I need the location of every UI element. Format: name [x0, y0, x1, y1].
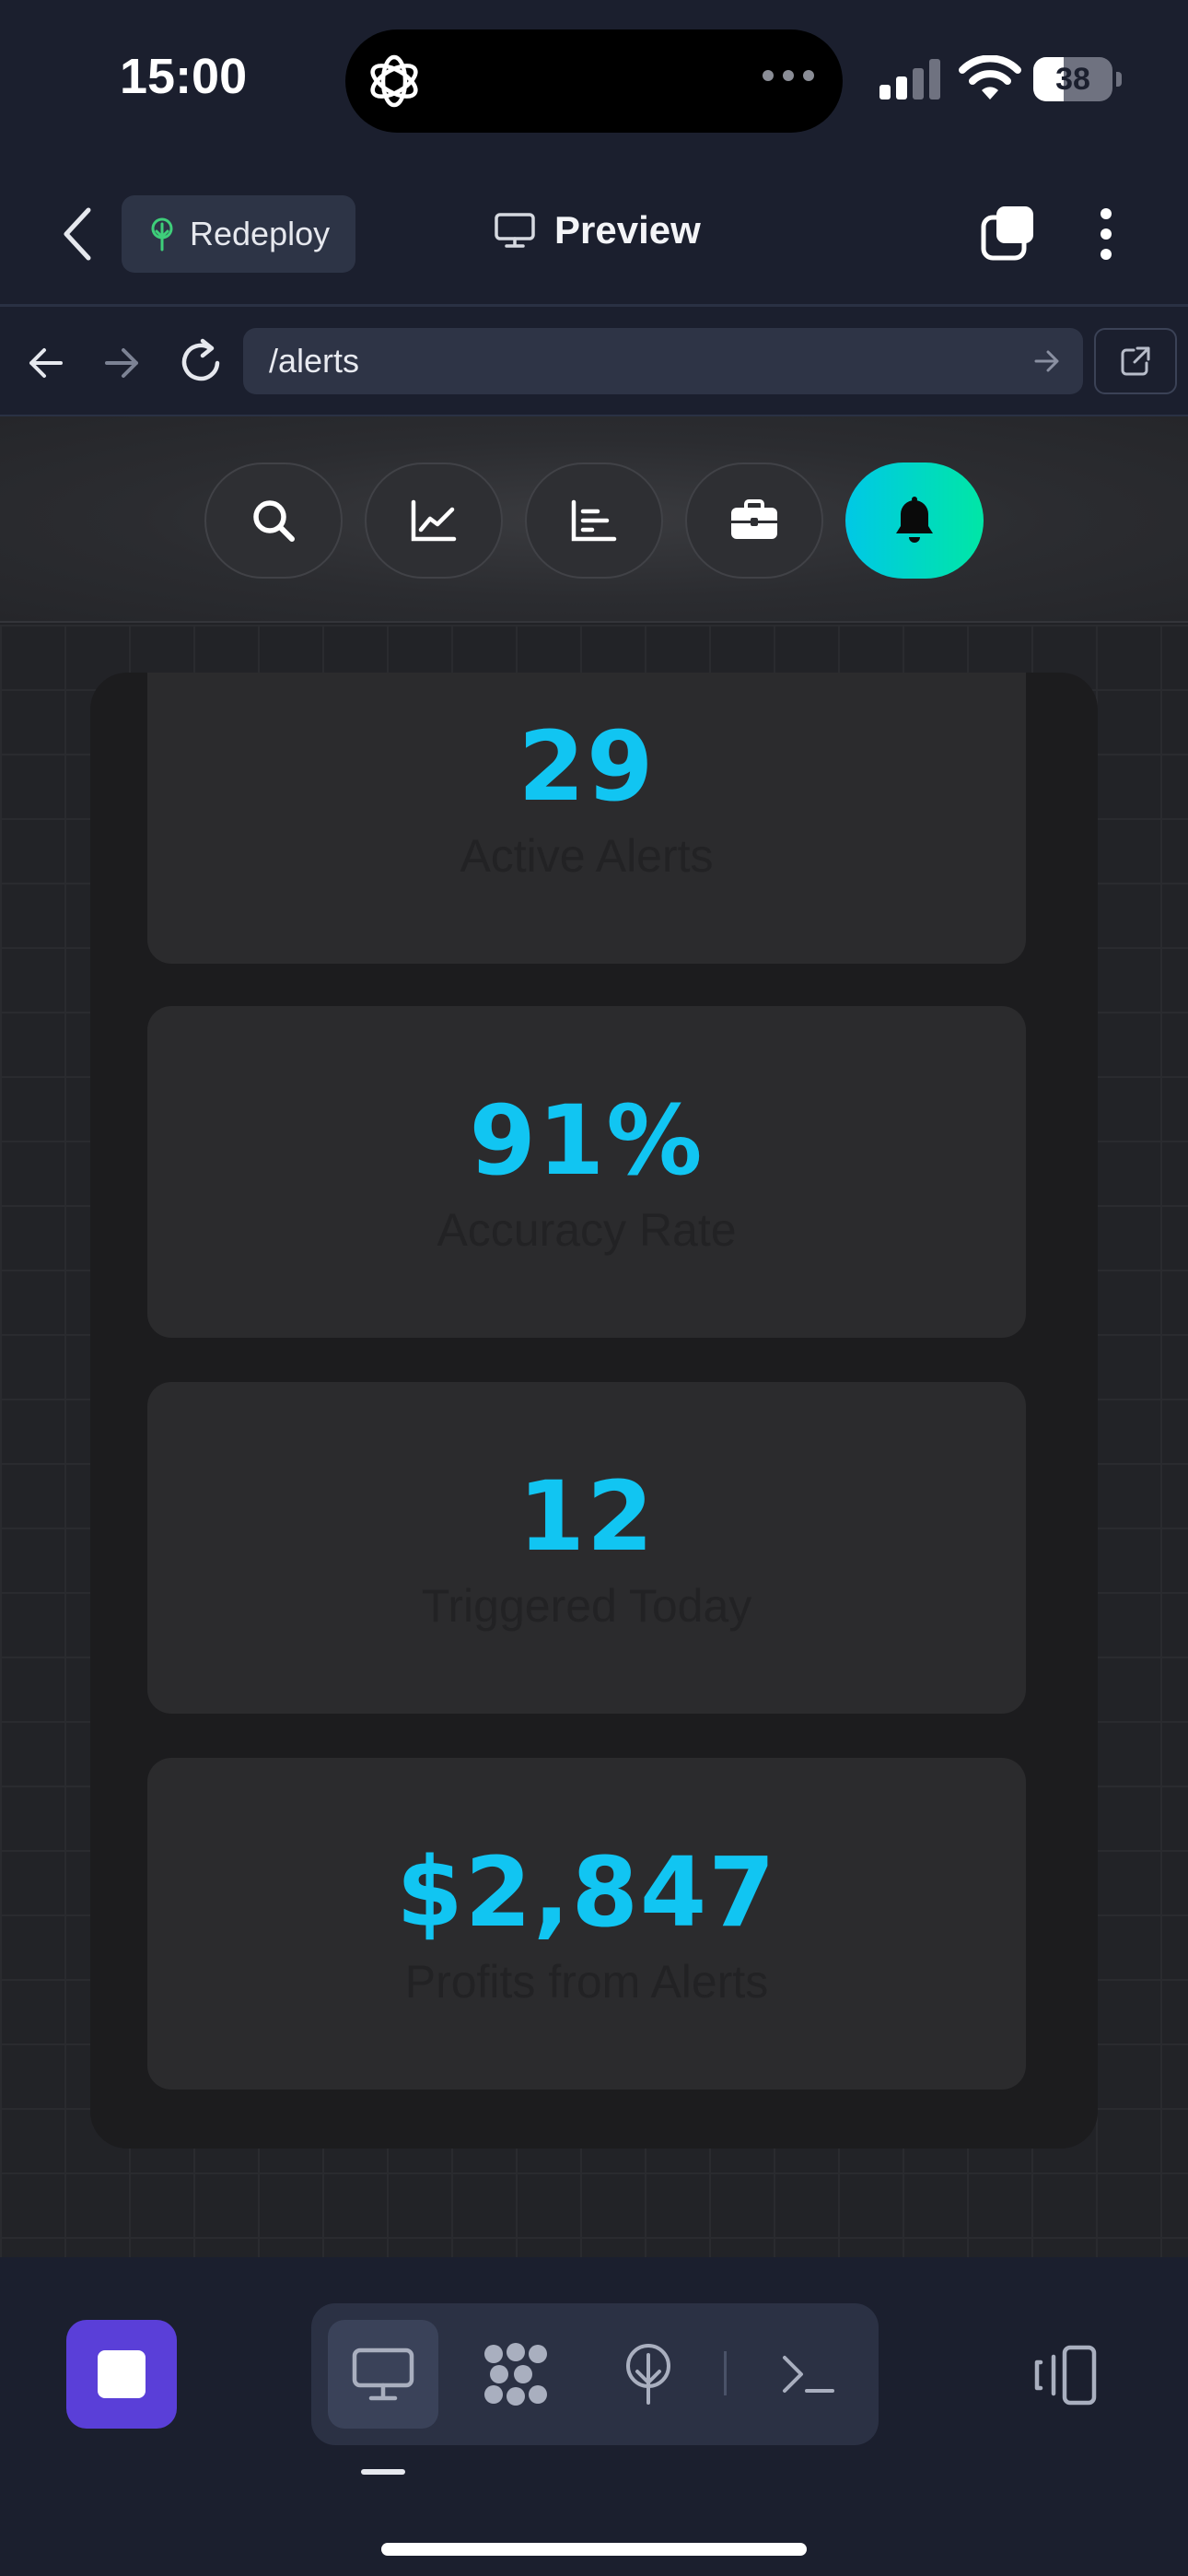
url-text: /alerts	[269, 342, 360, 380]
line-chart-icon	[411, 499, 457, 542]
dock-terminal[interactable]	[753, 2320, 864, 2429]
stat-value: 29	[518, 710, 656, 823]
active-tab-indicator	[361, 2469, 405, 2475]
stat-card-triggered-today: 12 Triggered Today	[147, 1382, 1026, 1714]
stat-label: Accuracy Rate	[437, 1204, 737, 1256]
dock-desktop[interactable]	[328, 2320, 438, 2429]
redeploy-label: Redeploy	[190, 215, 331, 252]
url-input[interactable]: /alerts	[243, 328, 1083, 394]
bar-chart-icon	[571, 499, 617, 542]
stat-label: Profits from Alerts	[404, 1956, 769, 2008]
dock-tabs	[311, 2303, 879, 2445]
dock-separator	[724, 2351, 727, 2395]
alerts-button[interactable]	[845, 463, 984, 579]
header-divider	[0, 304, 1188, 307]
redeploy-button[interactable]: Redeploy	[122, 195, 355, 273]
deploy-icon	[626, 2344, 670, 2405]
stop-icon	[98, 2350, 146, 2398]
stats-panel: 29 Active Alerts 91% Accuracy Rate 12 Tr…	[90, 673, 1098, 2149]
stat-card-active-alerts: 29 Active Alerts	[147, 673, 1026, 964]
more-vertical-icon[interactable]	[1096, 206, 1116, 262]
preview-label: Preview	[554, 208, 701, 252]
stat-label: Triggered Today	[421, 1580, 752, 1632]
cellular-signal-icon	[879, 59, 940, 100]
deploy-tree-icon	[151, 217, 173, 252]
battery-percent: 38	[1055, 62, 1090, 97]
browser-forward-icon[interactable]	[99, 341, 144, 385]
dock-deploy[interactable]	[593, 2320, 704, 2429]
bar-chart-button[interactable]	[525, 463, 663, 579]
reload-icon[interactable]	[177, 335, 225, 387]
stat-card-accuracy-rate: 91% Accuracy Rate	[147, 1006, 1026, 1338]
stop-button[interactable]	[66, 2320, 177, 2429]
stat-value: 91%	[469, 1084, 705, 1197]
monitor-icon	[495, 213, 535, 248]
stat-value: $2,847	[396, 1836, 777, 1949]
search-button[interactable]	[204, 463, 343, 579]
chatgpt-logo-icon	[370, 54, 418, 108]
web-viewport: 29 Active Alerts 91% Accuracy Rate 12 Tr…	[0, 416, 1188, 2257]
chevron-left-icon[interactable]	[57, 205, 98, 263]
desktop-icon	[352, 2348, 414, 2401]
search-icon	[253, 500, 295, 542]
wifi-icon	[959, 55, 1021, 100]
stat-label: Active Alerts	[460, 830, 714, 882]
line-chart-button[interactable]	[365, 463, 503, 579]
stat-value: 12	[518, 1460, 656, 1573]
go-arrow-icon[interactable]	[1033, 348, 1061, 374]
open-external-button[interactable]	[1094, 328, 1177, 394]
battery-icon: 38	[1033, 57, 1122, 101]
dock-apps[interactable]	[460, 2320, 571, 2429]
device-rotate-icon[interactable]	[1031, 2344, 1100, 2406]
app-toolbar	[0, 416, 1188, 623]
stat-card-profits: $2,847 Profits from Alerts	[147, 1758, 1026, 2090]
external-link-icon	[1121, 346, 1150, 376]
preview-title: Preview	[494, 208, 701, 252]
tabs-icon[interactable]	[980, 205, 1037, 262]
home-indicator	[381, 2543, 807, 2556]
terminal-icon	[783, 2356, 834, 2393]
browser-back-icon[interactable]	[24, 341, 68, 385]
status-time: 15:00	[120, 49, 248, 104]
apps-icon	[484, 2343, 547, 2406]
portfolio-button[interactable]	[685, 463, 823, 579]
island-activity-dots	[763, 70, 814, 81]
briefcase-icon	[731, 499, 777, 539]
bell-icon	[896, 497, 933, 543]
